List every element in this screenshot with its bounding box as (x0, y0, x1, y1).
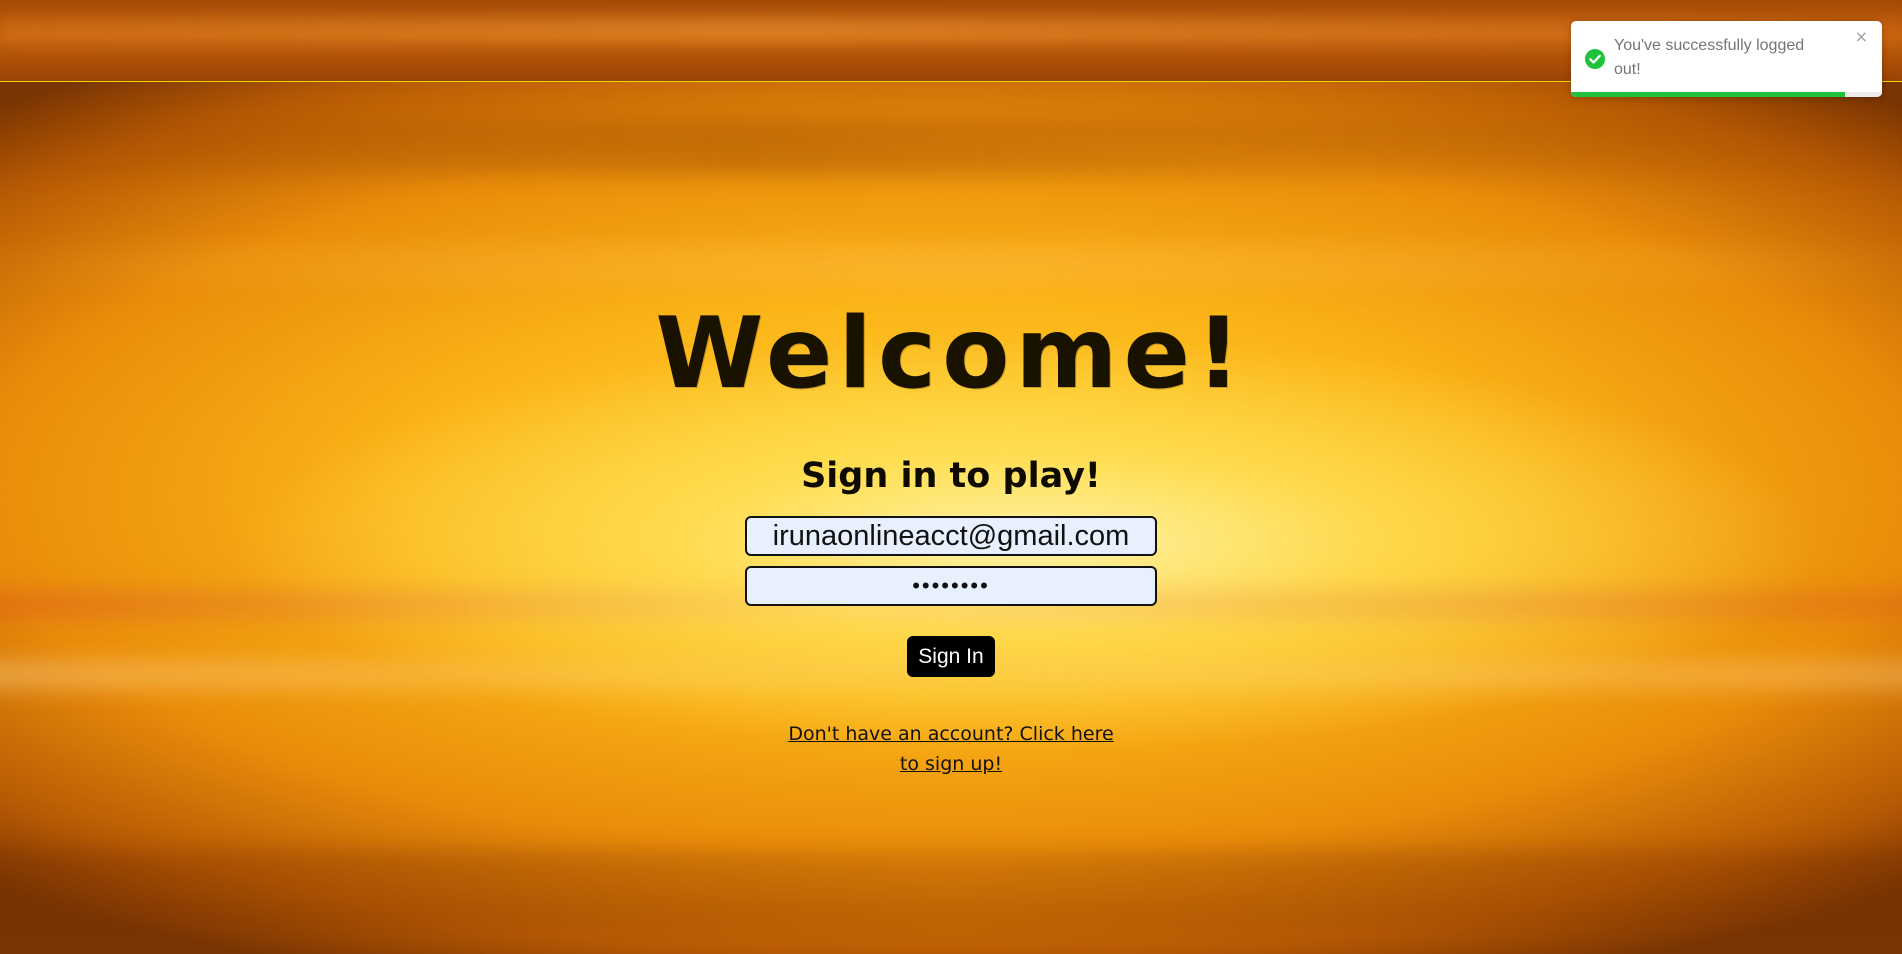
email-field[interactable] (745, 516, 1157, 556)
toast-progress-bar (1571, 92, 1845, 97)
password-field[interactable] (745, 566, 1157, 606)
toast-progress-track (1571, 92, 1882, 97)
check-circle-icon (1585, 49, 1605, 69)
sign-in-subtitle: Sign in to play! (801, 456, 1101, 496)
logout-toast: You've successfully logged out! × (1571, 21, 1882, 97)
sign-up-link[interactable]: Don't have an account? Click here to sig… (776, 719, 1126, 779)
page-title: Welcome! (655, 297, 1247, 411)
login-panel: Welcome! Sign in to play! Sign In Don't … (0, 0, 1902, 954)
sign-in-button[interactable]: Sign In (907, 636, 995, 677)
toast-message: You've successfully logged out! (1614, 37, 1805, 78)
close-icon[interactable]: × (1855, 27, 1868, 46)
